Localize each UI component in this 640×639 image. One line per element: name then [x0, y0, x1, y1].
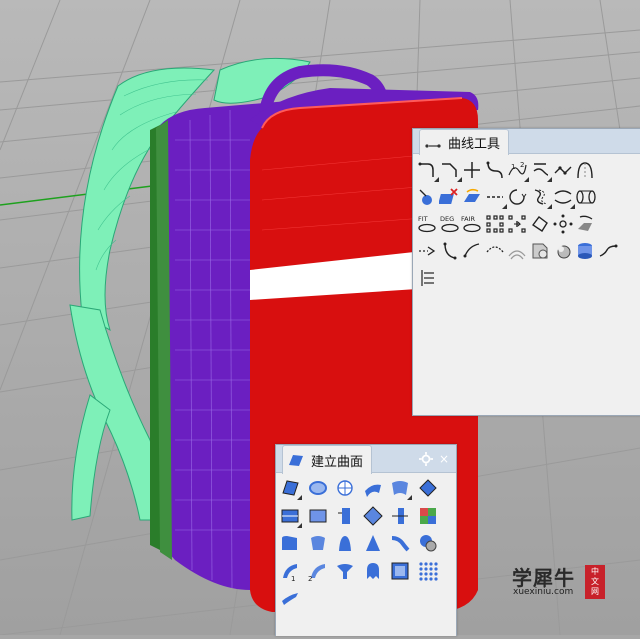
- isocurve-icon[interactable]: [506, 240, 528, 262]
- svg-text:1: 1: [291, 575, 295, 582]
- fair-curve-icon[interactable]: FAIR: [461, 213, 483, 235]
- sweep2-icon[interactable]: [307, 532, 329, 554]
- vertical-plane-icon[interactable]: [307, 505, 329, 527]
- patch-surface-icon[interactable]: [389, 505, 411, 527]
- network-surface-icon[interactable]: [362, 505, 384, 527]
- svg-text:2: 2: [308, 575, 312, 582]
- curve-panel-title: 曲线工具: [448, 137, 501, 152]
- align-curves-icon[interactable]: [416, 267, 438, 289]
- connect-curves-icon[interactable]: [461, 159, 483, 181]
- edge-surface-icon[interactable]: [334, 477, 356, 499]
- empty-slot-3: [597, 186, 619, 208]
- svg-text:2: 2: [520, 161, 524, 169]
- ghost-surface-icon[interactable]: [362, 560, 384, 582]
- empty-slot-6: [619, 213, 640, 235]
- empty-slot-4: [619, 186, 640, 208]
- fit-curve-icon[interactable]: FIT: [416, 213, 438, 235]
- empty-slot-2: [619, 159, 640, 181]
- offset-curve-icon[interactable]: [529, 186, 552, 209]
- gear-icon[interactable]: [418, 451, 434, 467]
- curve-from-2-views-icon[interactable]: [461, 240, 483, 262]
- project-curve-icon[interactable]: [574, 213, 596, 235]
- wave-curve-icon[interactable]: [597, 240, 619, 262]
- delete-curve-icon[interactable]: [438, 186, 461, 208]
- control-points-icon[interactable]: [484, 213, 506, 235]
- seal-char-2: 文: [591, 577, 599, 586]
- cylinder-curve-icon[interactable]: [574, 240, 596, 262]
- watermark-logo: 学犀牛 xuexiniu.com 中 文 网: [505, 562, 605, 602]
- empty-slot-1: [597, 159, 619, 181]
- surface-tools-grid: 1 2: [279, 477, 444, 615]
- extend-curve-icon[interactable]: [416, 240, 438, 262]
- svg-text:DEG: DEG: [440, 215, 454, 223]
- surface-panel-header: 建立曲面 ×: [276, 445, 456, 474]
- seal-char-3: 网: [591, 587, 599, 596]
- blend-surface-icon[interactable]: [417, 532, 439, 554]
- pipe-surface-icon[interactable]: [389, 532, 411, 554]
- blend-numbers-icon[interactable]: 12: [506, 159, 530, 182]
- arc-curve-icon[interactable]: [574, 159, 596, 181]
- handle-bar-icon[interactable]: [552, 213, 574, 235]
- tab-curve-tools[interactable]: 曲线工具: [419, 129, 510, 155]
- close-icon[interactable]: ×: [436, 451, 452, 467]
- revolve-surface-icon[interactable]: [417, 477, 439, 499]
- match-curve-icon[interactable]: [529, 159, 552, 182]
- svg-text:FIT: FIT: [418, 215, 428, 223]
- planar-curve-surface-icon[interactable]: [307, 477, 329, 499]
- curve-tools-tab-icon: [424, 134, 442, 152]
- sphere-curve-icon[interactable]: [416, 186, 438, 208]
- drape-surface-1-icon[interactable]: 1: [279, 560, 301, 582]
- blend-curves-icon[interactable]: [484, 159, 506, 181]
- surface-tab-icon: [287, 451, 305, 469]
- dashed-curve-icon[interactable]: [484, 186, 507, 209]
- surface-panel-title: 建立曲面: [311, 454, 364, 470]
- drape-surface-2-icon[interactable]: 2: [307, 560, 329, 582]
- srf-plane-icon[interactable]: [389, 560, 411, 582]
- twist-curve-icon[interactable]: [552, 186, 575, 209]
- curve-panel-header: 曲线工具: [413, 129, 640, 155]
- smooth-curve-icon[interactable]: [439, 240, 461, 262]
- extrude-surface-icon[interactable]: [362, 477, 384, 499]
- curve-tools-grid: 12 FIT DEG FAIR: [416, 159, 640, 294]
- section-curve-icon[interactable]: [552, 240, 574, 262]
- watermark-seal: 中 文 网: [585, 565, 605, 599]
- create-surface-panel: 建立曲面 × 1 2: [275, 444, 457, 636]
- rail-revolve-icon[interactable]: [334, 532, 356, 554]
- sweep1-icon[interactable]: [279, 532, 301, 554]
- point-grid-icon[interactable]: [417, 560, 439, 582]
- edit-curve-icon[interactable]: [529, 213, 551, 235]
- tab-create-surface[interactable]: 建立曲面: [282, 445, 373, 474]
- pipe-curve-icon[interactable]: [574, 186, 596, 208]
- cone-surface-icon[interactable]: [362, 532, 384, 554]
- stretch-surface-icon[interactable]: [279, 587, 301, 609]
- sweep-rail-icon[interactable]: [334, 505, 356, 527]
- empty-slot-7: [619, 240, 640, 262]
- chamfer-curves-icon[interactable]: [439, 159, 462, 182]
- refit-curve-icon[interactable]: [506, 186, 528, 208]
- fillet-curves-icon[interactable]: [416, 159, 439, 182]
- empty-slot-5: [597, 213, 619, 235]
- insert-point-icon[interactable]: [506, 213, 528, 235]
- adjust-seam-icon[interactable]: [552, 159, 574, 181]
- loft-surface-icon[interactable]: [389, 477, 412, 500]
- seal-char-1: 中: [591, 567, 599, 576]
- arc-blend-icon[interactable]: [484, 240, 506, 262]
- surface-curve-icon[interactable]: [461, 186, 483, 208]
- twist-surface-icon[interactable]: [334, 560, 356, 582]
- degree-curve-icon[interactable]: DEG: [439, 213, 461, 235]
- watermark-url: xuexiniu.com: [513, 587, 574, 597]
- svg-text:1: 1: [511, 163, 515, 171]
- heightfield-icon[interactable]: [417, 505, 439, 527]
- contour-icon[interactable]: [529, 240, 551, 262]
- rectangle-plane-icon[interactable]: [279, 505, 302, 528]
- svg-text:FAIR: FAIR: [461, 215, 476, 223]
- surface-from-points-icon[interactable]: [279, 477, 302, 500]
- curve-tools-panel: 曲线工具 12 FIT DEG FAIR: [412, 128, 640, 416]
